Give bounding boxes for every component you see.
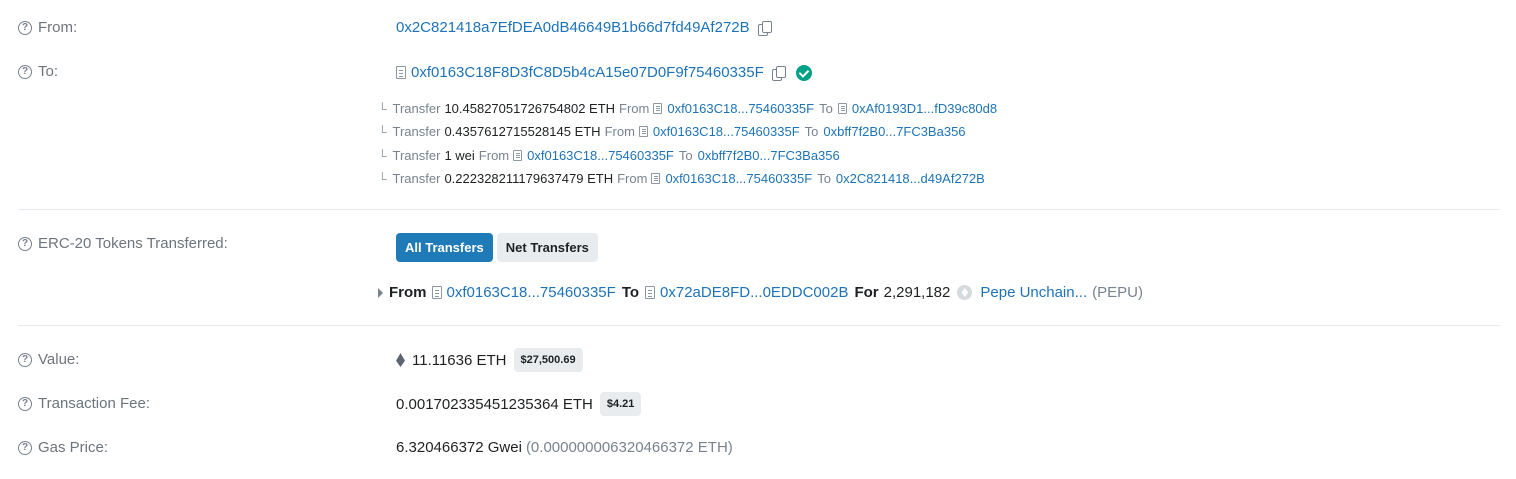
from-word: From (389, 284, 427, 301)
gas-amount: 6.320466372 Gwei (396, 439, 522, 456)
from-label-wrap: ? From: (18, 19, 77, 36)
contract-icon (431, 286, 442, 299)
transfer-amount: 10.45827051726754802 ETH (444, 101, 616, 116)
to-value: 0xf0163C18F8D3fC8D5b4cA15e07D0F9f7546033… (396, 64, 812, 81)
token-name-link[interactable]: Pepe Unchain... (980, 284, 1087, 301)
erc20-transfer-line: From 0xf0163C18...75460335F To 0x72aDE8F… (378, 284, 1143, 301)
transfer-amount: 0.222328211179637479 ETH (444, 171, 614, 186)
to-word: To (678, 148, 693, 163)
fee-amount: 0.001702335451235364 ETH (396, 395, 593, 413)
elbow-icon: └ (378, 148, 387, 163)
fee-label-wrap: ? Transaction Fee: (18, 395, 150, 412)
question-circle-icon[interactable]: ? (18, 440, 32, 455)
transfer-word: Transfer (392, 124, 441, 139)
from-row: ? From: 0x2C821418a7EfDEA0dB46649B1b66d7… (18, 17, 1500, 39)
transfer-to-link[interactable]: 0xbff7f2B0...7FC3Ba356 (698, 148, 840, 163)
fee-label: Transaction Fee: (38, 395, 150, 412)
value-row: ? Value: 11.11636 ETH $27,500.69 (18, 348, 1500, 374)
copy-icon[interactable] (771, 65, 786, 81)
question-circle-icon[interactable]: ? (18, 396, 32, 411)
internal-transfer-line: └ Transfer 1 wei From 0xf0163C18...75460335F… (378, 148, 840, 163)
ethereum-icon (396, 353, 405, 367)
fee-usd-badge: $4.21 (599, 392, 642, 416)
value-usd-badge: $27,500.69 (513, 348, 583, 372)
from-word: From (478, 148, 510, 163)
erc20-row: ? ERC-20 Tokens Transferred: All Transfe… (18, 233, 1500, 313)
transfer-from-link[interactable]: 0xf0163C18...75460335F (667, 101, 814, 116)
from-word: From (617, 171, 648, 186)
elbow-icon: └ (378, 124, 387, 139)
gas-label: Gas Price: (38, 439, 109, 456)
gas-eth: (0.000000006320466372 ETH) (525, 439, 733, 456)
transfer-word: Transfer (392, 171, 441, 186)
elbow-icon: └ (378, 171, 387, 186)
from-address-link[interactable]: 0x2C821418a7EfDEA0dB46649B1b66d7fd49Af27… (396, 19, 750, 36)
all-transfers-button[interactable]: All Transfers (396, 233, 493, 262)
transfer-to-link[interactable]: 0x2C821418...d49Af272B (836, 171, 985, 186)
verified-check-icon (795, 64, 812, 81)
divider (18, 209, 1500, 210)
value-amount: 11.11636 ETH (412, 351, 507, 369)
gas-value: 6.320466372 Gwei (0.000000006320466372 E… (396, 439, 733, 456)
to-word: To (621, 284, 640, 301)
contract-icon (513, 150, 523, 161)
net-transfers-button[interactable]: Net Transfers (496, 233, 598, 262)
transfer-from-link[interactable]: 0xf0163C18...75460335F (653, 124, 800, 139)
question-circle-icon[interactable]: ? (18, 64, 32, 79)
question-circle-icon[interactable]: ? (18, 20, 32, 35)
to-word: To (817, 171, 831, 186)
from-word: From (619, 101, 650, 116)
erc20-label: ERC-20 Tokens Transferred: (38, 235, 228, 252)
fee-row: ? Transaction Fee: 0.001702335451235364 … (18, 392, 1500, 418)
to-word: To (804, 124, 819, 139)
contract-icon (638, 126, 648, 137)
divider (18, 325, 1500, 326)
contract-icon (837, 103, 847, 114)
question-circle-icon[interactable]: ? (18, 236, 32, 251)
transfer-word: Transfer (392, 148, 441, 163)
token-icon (957, 285, 973, 300)
transfer-from-link[interactable]: 0xf0163C18...75460335F (527, 148, 674, 163)
gas-row: ? Gas Price: 6.320466372 Gwei (0.0000000… (18, 437, 1500, 459)
erc20-from-link[interactable]: 0xf0163C18...75460335F (447, 284, 616, 301)
to-label-wrap: ? To: (18, 63, 58, 80)
transfer-to-link[interactable]: 0xAf0193D1...fD39c80d8 (852, 101, 997, 116)
value-label-wrap: ? Value: (18, 351, 79, 368)
for-word: For (854, 284, 879, 301)
transfer-amount: 1 wei (444, 148, 475, 163)
to-word: To (819, 101, 833, 116)
to-row: ? To: 0xf0163C18F8D3fC8D5b4cA15e07D0F9f7… (18, 61, 1500, 83)
transfer-from-link[interactable]: 0xf0163C18...75460335F (665, 171, 812, 186)
internal-transfer-line: └ Transfer 0.222328211179637479 ETH From 0xf… (378, 171, 985, 186)
to-label: To: (38, 63, 59, 80)
fee-value: 0.001702335451235364 ETH $4.21 (396, 392, 642, 416)
erc20-tabs: All Transfers Net Transfers (396, 233, 602, 262)
from-word: From (604, 124, 635, 139)
transfer-word: Transfer (392, 101, 441, 116)
contract-icon (651, 173, 661, 184)
value-label: Value: (38, 351, 80, 368)
contract-icon (396, 66, 406, 79)
erc20-label-wrap: ? ERC-20 Tokens Transferred: (18, 235, 228, 252)
gas-label-wrap: ? Gas Price: (18, 439, 108, 456)
to-address-link[interactable]: 0xf0163C18F8D3fC8D5b4cA15e07D0F9f7546033… (411, 64, 764, 81)
elbow-icon: └ (378, 101, 387, 116)
internal-transfer-line: └ Transfer 0.4357612715528145 ETH From 0xf01… (378, 124, 966, 139)
token-amount: 2,291,182 (883, 284, 951, 301)
erc20-to-link[interactable]: 0x72aDE8FD...0EDDC002B (660, 284, 848, 301)
internal-transfer-line: └ Transfer 10.45827051726754802 ETH From 0xf… (378, 101, 997, 116)
contract-icon (645, 286, 656, 299)
value-value: 11.11636 ETH $27,500.69 (396, 348, 583, 372)
question-circle-icon[interactable]: ? (18, 352, 32, 367)
from-label: From: (38, 19, 78, 36)
transfer-amount: 0.4357612715528145 ETH (444, 124, 601, 139)
transfer-to-link[interactable]: 0xbff7f2B0...7FC3Ba356 (823, 124, 965, 139)
token-symbol: (PEPU) (1092, 284, 1143, 301)
caret-right-icon[interactable] (378, 287, 383, 298)
contract-icon (653, 103, 663, 114)
from-value: 0x2C821418a7EfDEA0dB46649B1b66d7fd49Af27… (396, 19, 772, 36)
copy-icon[interactable] (757, 20, 772, 36)
